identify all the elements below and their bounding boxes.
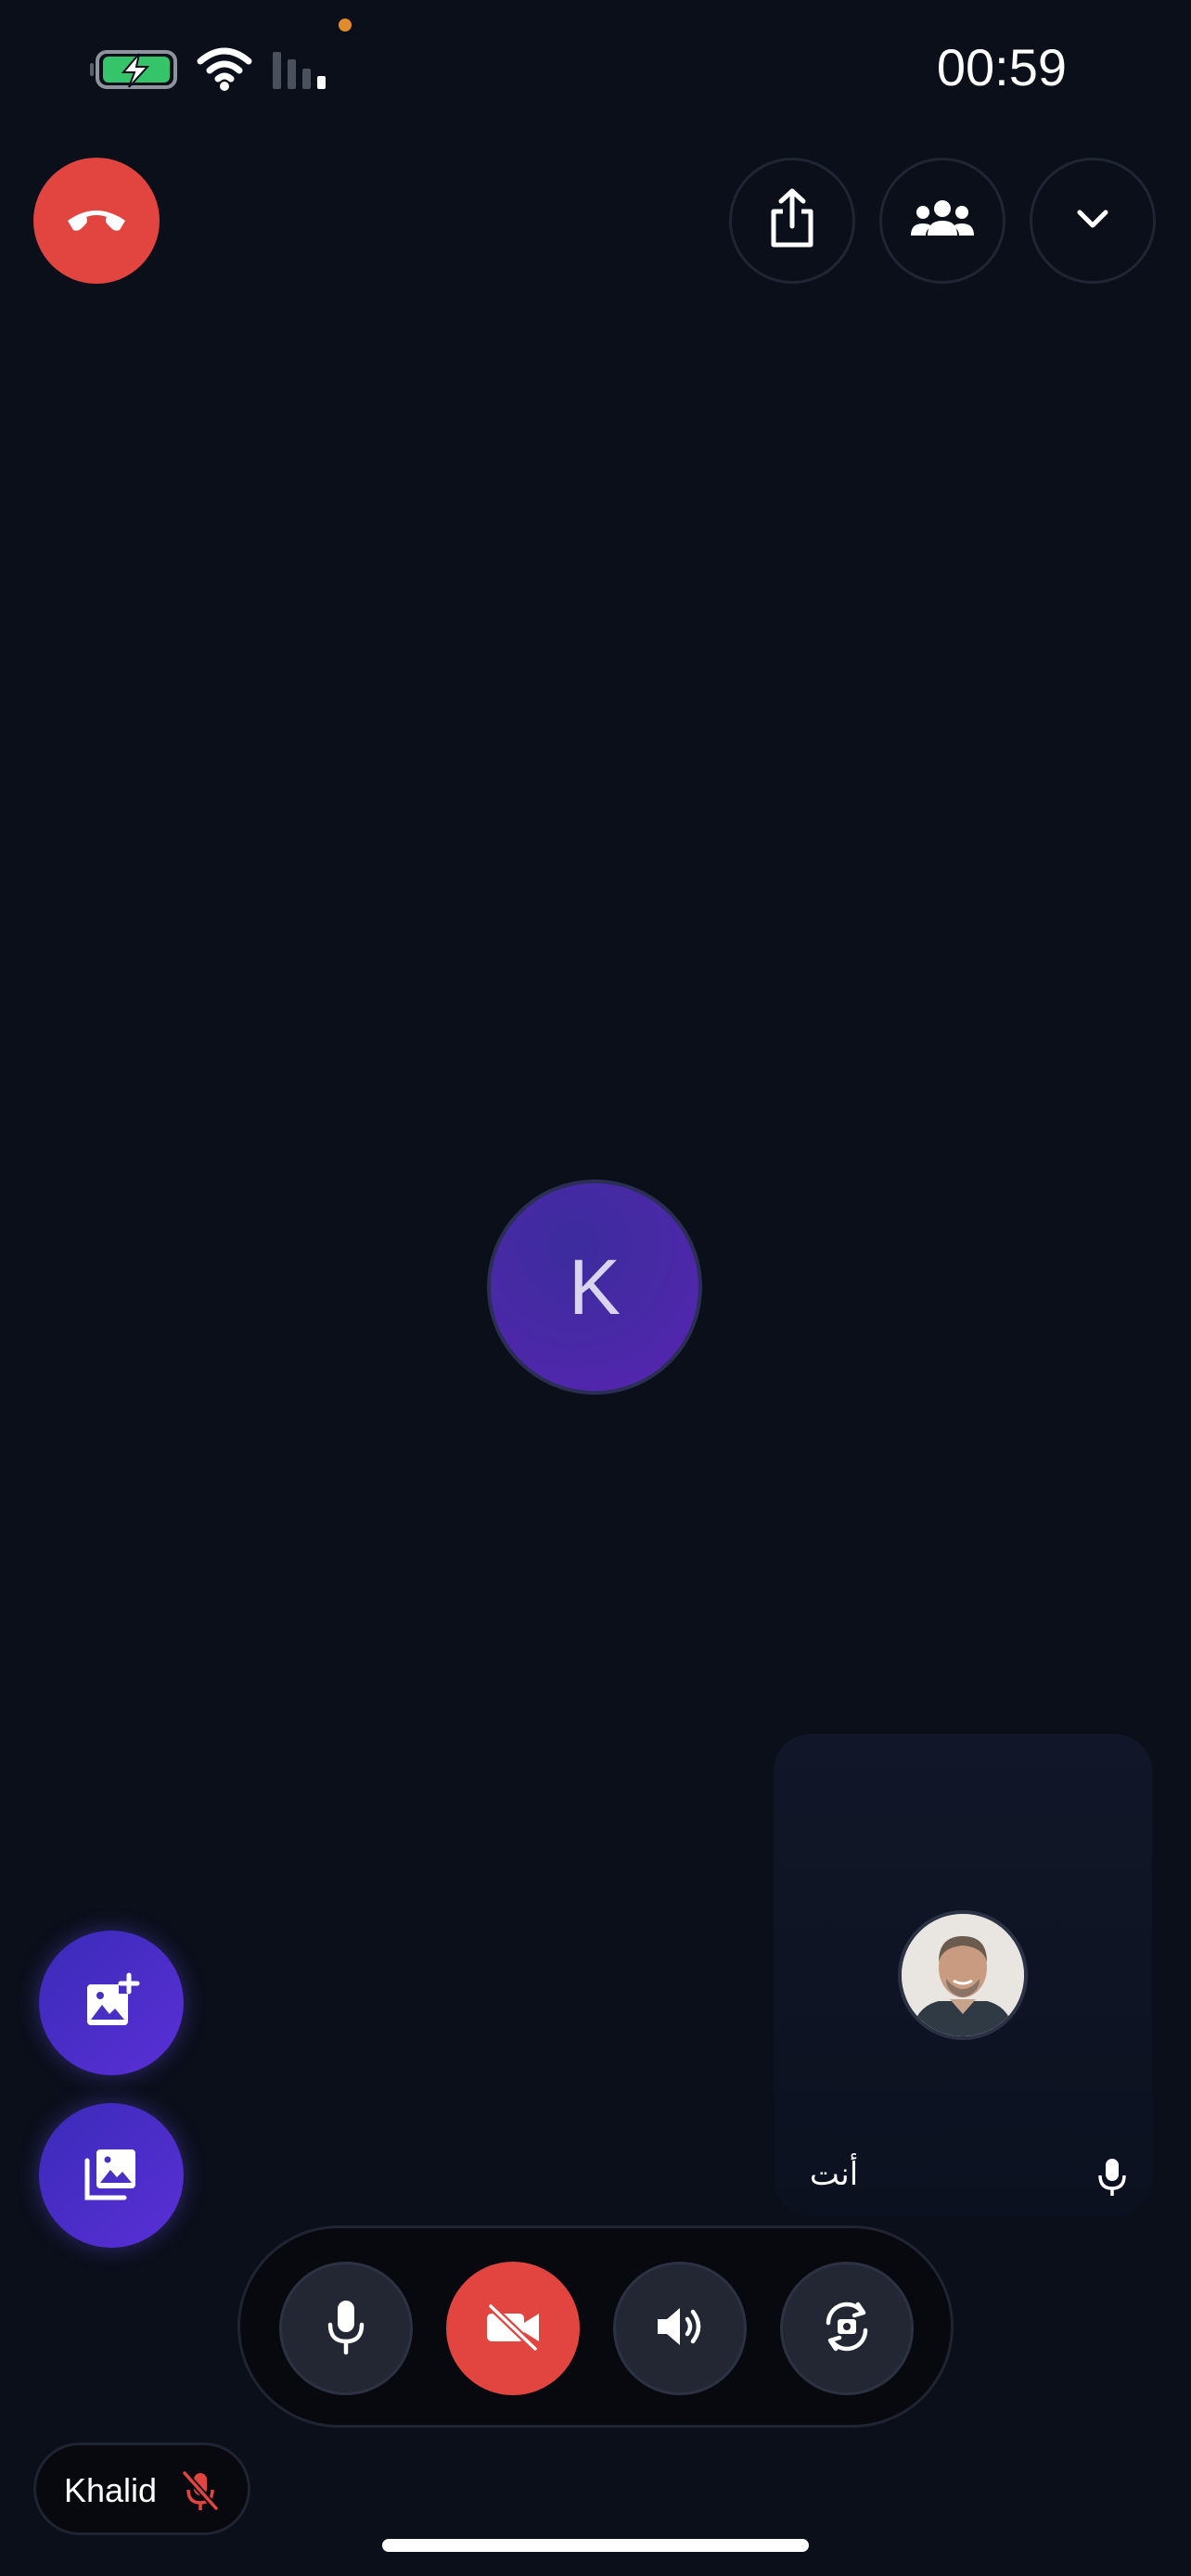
flip-camera-icon (817, 2297, 877, 2361)
participant-name: Khalid (64, 2471, 158, 2509)
speaker-button[interactable] (613, 2262, 747, 2395)
remote-participant-avatar: K (487, 1180, 702, 1395)
participants-button[interactable] (879, 158, 1005, 284)
camera-toggle-button[interactable] (446, 2262, 580, 2395)
mic-button[interactable] (279, 2262, 413, 2395)
chevron-down-icon (1074, 207, 1111, 236)
gallery-icon (82, 2144, 141, 2208)
microphone-icon (1089, 2153, 1135, 2200)
flip-camera-button[interactable] (780, 2262, 914, 2395)
microphone-off-icon (177, 2468, 224, 2514)
status-bar: 00:59 (0, 0, 1191, 139)
participant-chip[interactable]: Khalid (33, 2442, 250, 2535)
status-time: 00:59 (936, 38, 1067, 96)
share-button[interactable] (729, 158, 855, 284)
camera-off-icon (483, 2301, 543, 2357)
gallery-button[interactable] (39, 2103, 184, 2248)
participants-icon (909, 198, 976, 244)
share-icon (766, 187, 818, 255)
home-indicator[interactable] (382, 2539, 809, 2552)
self-preview-tile[interactable]: أنت (774, 1734, 1152, 2216)
add-image-button[interactable] (39, 1931, 184, 2075)
collapse-button[interactable] (1030, 158, 1156, 284)
self-label: أنت (809, 2156, 859, 2193)
speaker-icon (652, 2301, 708, 2357)
battery-charging-icon (88, 46, 181, 93)
add-image-icon (82, 1971, 141, 2035)
microphone-icon (323, 2297, 369, 2361)
wifi-icon (197, 45, 252, 93)
call-controls-bar (237, 2225, 954, 2428)
end-call-button[interactable] (33, 158, 160, 284)
self-avatar (898, 1910, 1028, 2040)
remote-participant-initial: K (568, 1243, 621, 1331)
privacy-indicator-dot (339, 19, 352, 32)
phone-hangup-icon (64, 200, 129, 242)
cellular-signal-icon (271, 48, 336, 91)
